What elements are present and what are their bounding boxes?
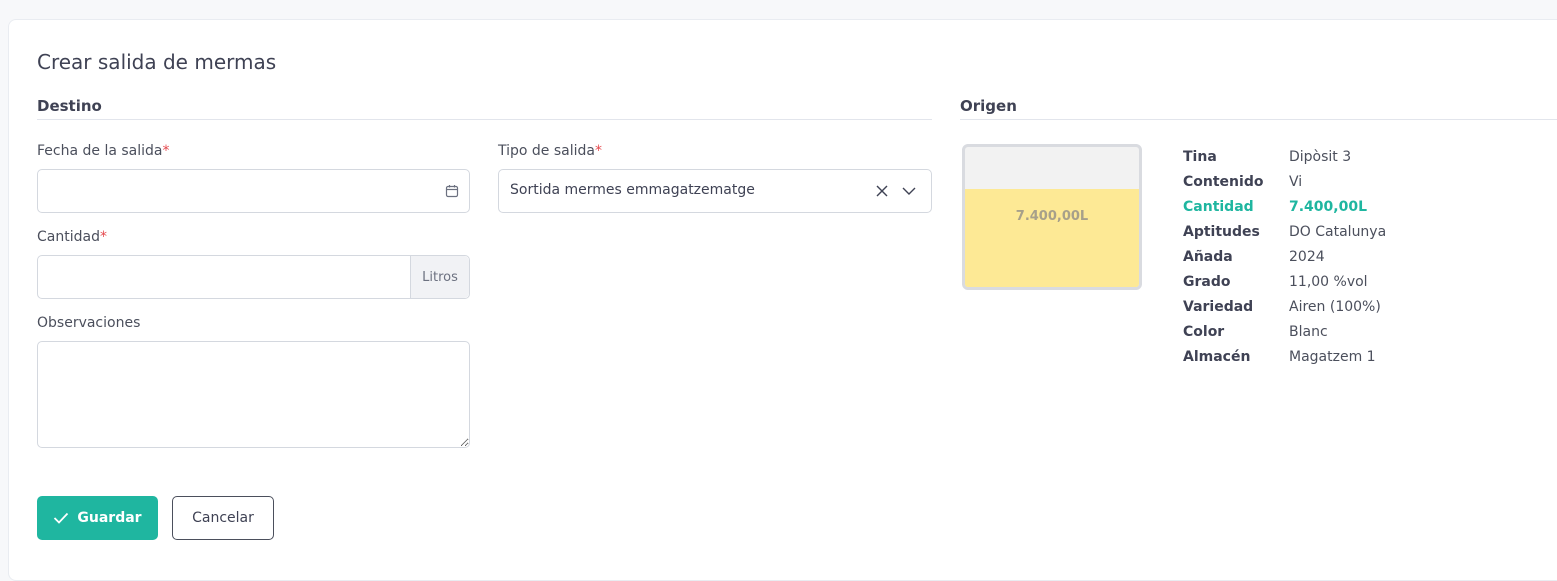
detail-row: Aptitudes DO Catalunya — [1183, 219, 1386, 244]
tank-volume-label: 7.400,00L — [1015, 209, 1089, 224]
clear-icon[interactable] — [875, 184, 889, 198]
detail-row: Cantidad 7.400,00L — [1183, 194, 1386, 219]
detail-value: Airen (100%) — [1289, 298, 1381, 315]
detail-value: 7.400,00L — [1289, 198, 1368, 215]
detail-key: Tina — [1183, 148, 1217, 165]
detail-value: 2024 — [1289, 248, 1325, 265]
tipo-select-value: Sortida mermes emmagatzematge — [510, 182, 755, 198]
fecha-field[interactable] — [37, 169, 470, 213]
detail-value: DO Catalunya — [1289, 223, 1387, 240]
cantidad-label-text: Cantidad — [37, 229, 100, 245]
tank-visual: 7.400,00L — [962, 144, 1142, 290]
detail-key: Aptitudes — [1183, 223, 1260, 240]
detail-row: Color Blanc — [1183, 319, 1386, 344]
unit-addon: Litros — [410, 256, 469, 298]
origen-details: Tina Dipòsit 3 Contenido Vi Cantidad 7.400,00… — [1183, 144, 1386, 369]
cantidad-input[interactable] — [38, 256, 408, 298]
tipo-label-text: Tipo de salida — [498, 143, 595, 159]
form-card: Crear salida de mermas Destino Fecha de … — [8, 19, 1557, 581]
section-title-origen: Origen — [960, 97, 1017, 115]
detail-value: Blanc — [1289, 323, 1328, 340]
detail-key: Cantidad — [1183, 198, 1254, 215]
observaciones-field[interactable] — [37, 341, 470, 448]
detail-key: Variedad — [1183, 298, 1254, 315]
detail-value: Dipòsit 3 — [1289, 148, 1352, 165]
detail-key: Grado — [1183, 273, 1231, 290]
detail-key: Color — [1183, 323, 1225, 340]
page-title: Crear salida de mermas — [37, 50, 277, 74]
detail-row: Variedad Airen (100%) — [1183, 294, 1386, 319]
observaciones-textarea[interactable] — [38, 342, 469, 447]
fecha-label: Fecha de la salida* — [37, 143, 170, 159]
cantidad-label: Cantidad* — [37, 229, 107, 245]
cancel-button[interactable]: Cancelar — [172, 496, 274, 540]
required-mark: * — [99, 229, 107, 245]
required-mark: * — [162, 143, 170, 159]
tipo-label: Tipo de salida* — [498, 143, 602, 159]
chevron-down-icon[interactable] — [901, 184, 917, 198]
calendar-icon[interactable] — [445, 184, 459, 198]
detail-key: Contenido — [1183, 173, 1264, 190]
save-button-label: Guardar — [77, 510, 142, 526]
detail-row: Tina Dipòsit 3 — [1183, 144, 1386, 169]
detail-row: Añada 2024 — [1183, 244, 1386, 269]
observaciones-label: Observaciones — [37, 315, 141, 331]
fecha-input[interactable] — [38, 170, 469, 212]
section-title-destino: Destino — [37, 97, 102, 115]
detail-value: 11,00 %vol — [1289, 273, 1368, 290]
detail-value: Magatzem 1 — [1289, 348, 1376, 365]
tank-fill — [965, 189, 1139, 287]
required-mark: * — [594, 143, 602, 159]
section-divider — [37, 119, 932, 120]
detail-row: Contenido Vi — [1183, 169, 1386, 194]
fecha-label-text: Fecha de la salida — [37, 143, 163, 159]
save-button[interactable]: Guardar — [37, 496, 158, 540]
detail-row: Almacén Magatzem 1 — [1183, 344, 1386, 369]
detail-key: Añada — [1183, 248, 1233, 265]
detail-row: Grado 11,00 %vol — [1183, 269, 1386, 294]
detail-value: Vi — [1289, 173, 1303, 190]
detail-key: Almacén — [1183, 348, 1251, 365]
check-icon — [54, 512, 69, 524]
cantidad-field[interactable]: Litros — [37, 255, 470, 299]
section-divider — [960, 119, 1557, 120]
tipo-select[interactable]: Sortida mermes emmagatzematge — [498, 169, 932, 213]
